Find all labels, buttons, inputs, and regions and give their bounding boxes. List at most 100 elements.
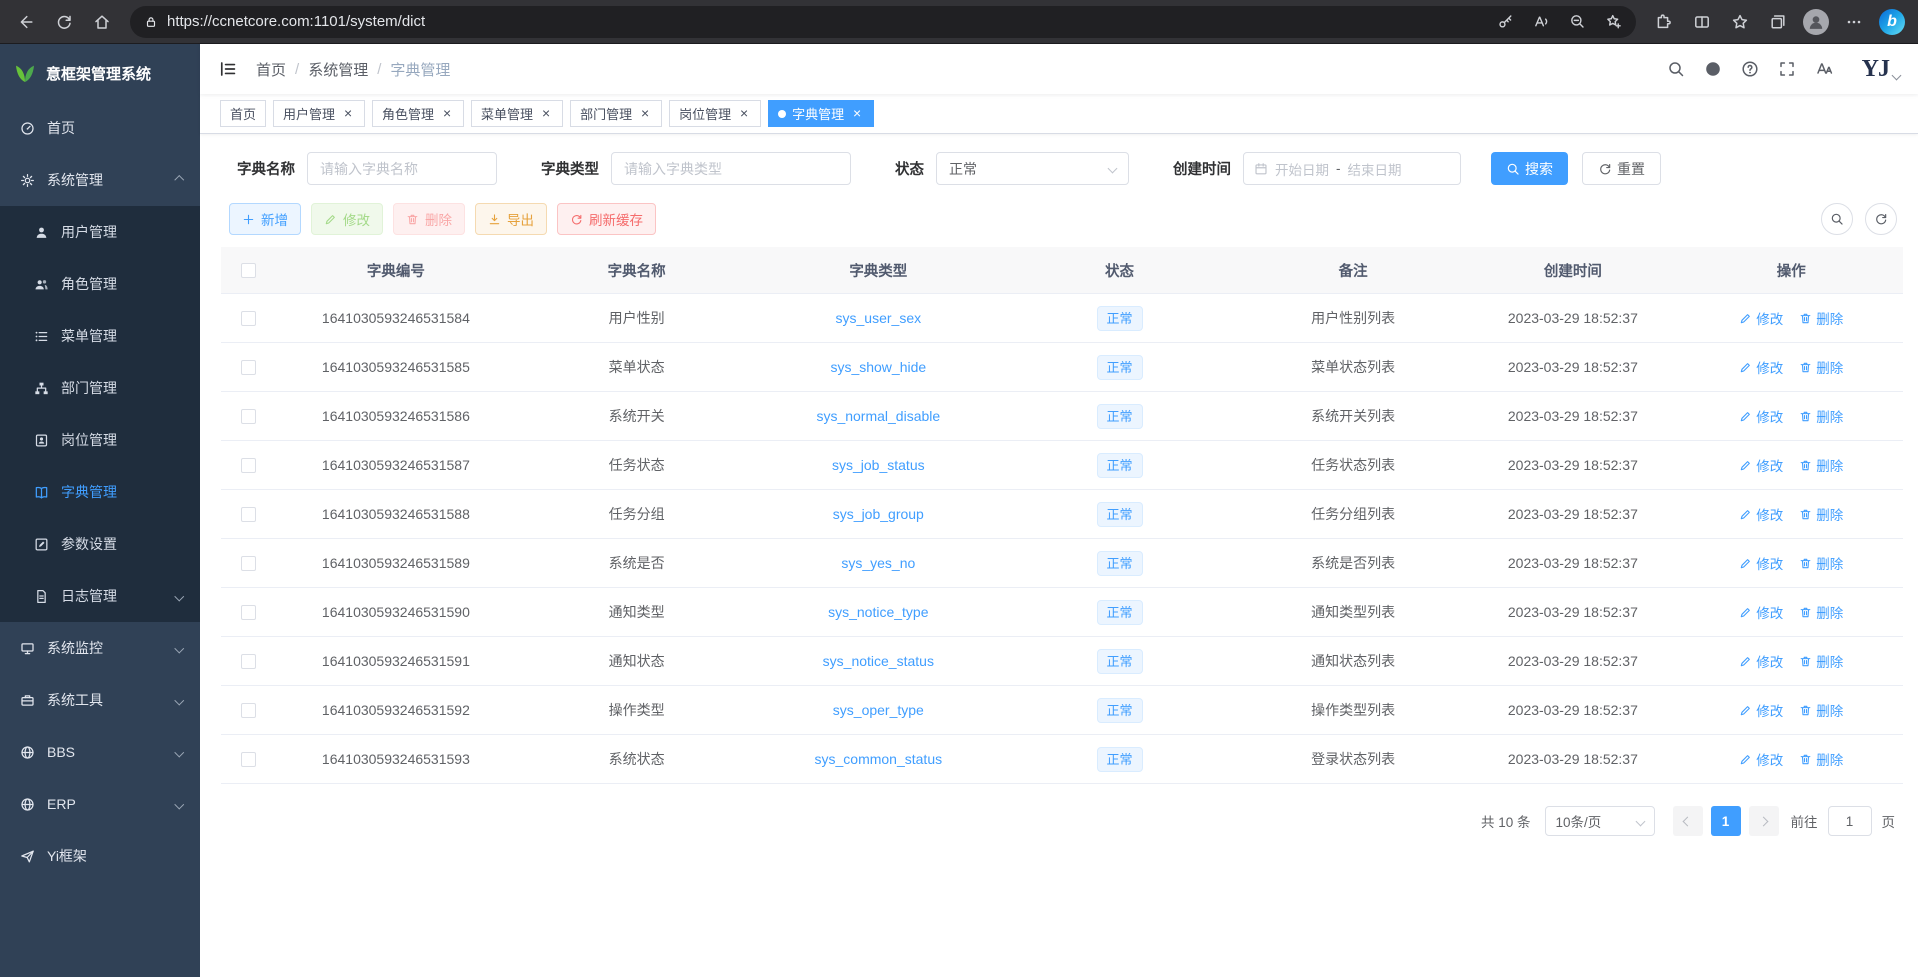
tab-menu-mgmt[interactable]: 菜单管理×	[471, 100, 563, 127]
zoom-out-icon[interactable]	[1569, 13, 1586, 30]
dict-name-input[interactable]	[307, 152, 497, 185]
delete-button[interactable]: 删除	[393, 203, 465, 235]
hamburger-icon[interactable]	[218, 59, 238, 79]
sidebar-item-role-mgmt[interactable]: 角色管理	[0, 258, 200, 310]
row-checkbox[interactable]	[241, 703, 256, 718]
help-icon[interactable]	[1741, 60, 1759, 78]
dict-type-link[interactable]: sys_user_sex	[836, 310, 922, 326]
sidebar-item-system-mgmt[interactable]: 系统管理	[0, 154, 200, 206]
sidebar-item-log-mgmt[interactable]: 日志管理	[0, 570, 200, 622]
row-edit-link[interactable]: 修改	[1739, 749, 1783, 769]
url-text[interactable]: https://ccnetcore.com:1101/system/dict	[167, 13, 425, 30]
tab-dept-mgmt[interactable]: 部门管理×	[570, 100, 662, 127]
breadcrumb-home[interactable]: 首页	[256, 59, 286, 80]
dict-type-link[interactable]: sys_common_status	[815, 751, 943, 767]
dict-type-link[interactable]: sys_notice_type	[828, 604, 928, 620]
row-delete-link[interactable]: 删除	[1799, 406, 1843, 426]
password-key-icon[interactable]	[1497, 13, 1514, 30]
sidebar-item-bbs[interactable]: BBS	[0, 726, 200, 778]
favorites-icon[interactable]	[1722, 5, 1758, 39]
dict-type-link[interactable]: sys_oper_type	[833, 702, 924, 718]
breadcrumb-system[interactable]: 系统管理	[308, 59, 368, 80]
read-aloud-icon[interactable]	[1533, 13, 1550, 30]
dict-type-link[interactable]: sys_job_status	[832, 457, 925, 473]
row-edit-link[interactable]: 修改	[1739, 700, 1783, 720]
header-search-icon[interactable]	[1667, 60, 1685, 78]
tab-role-mgmt[interactable]: 角色管理×	[372, 100, 464, 127]
table-refresh-button[interactable]	[1865, 203, 1897, 235]
row-checkbox[interactable]	[241, 556, 256, 571]
search-button[interactable]: 搜索	[1491, 152, 1568, 185]
browser-back-button[interactable]	[8, 5, 44, 39]
tab-post-mgmt[interactable]: 岗位管理×	[669, 100, 761, 127]
row-checkbox[interactable]	[241, 605, 256, 620]
row-edit-link[interactable]: 修改	[1739, 602, 1783, 622]
row-edit-link[interactable]: 修改	[1739, 357, 1783, 377]
row-edit-link[interactable]: 修改	[1739, 406, 1783, 426]
row-checkbox[interactable]	[241, 752, 256, 767]
sidebar-item-system-tools[interactable]: 系统工具	[0, 674, 200, 726]
dict-type-link[interactable]: sys_job_group	[833, 506, 924, 522]
sidebar-item-system-monitor[interactable]: 系统监控	[0, 622, 200, 674]
address-bar[interactable]: https://ccnetcore.com:1101/system/dict	[130, 6, 1636, 38]
row-checkbox[interactable]	[241, 458, 256, 473]
close-icon[interactable]: ×	[440, 107, 454, 121]
dict-type-link[interactable]: sys_notice_status	[823, 653, 934, 669]
fullscreen-icon[interactable]	[1778, 60, 1796, 78]
sidebar-item-dept-mgmt[interactable]: 部门管理	[0, 362, 200, 414]
collections-icon[interactable]	[1760, 5, 1796, 39]
row-edit-link[interactable]: 修改	[1739, 651, 1783, 671]
browser-home-button[interactable]	[84, 5, 120, 39]
add-favorite-star-icon[interactable]	[1605, 13, 1622, 30]
row-checkbox[interactable]	[241, 507, 256, 522]
row-delete-link[interactable]: 删除	[1799, 357, 1843, 377]
row-checkbox[interactable]	[241, 311, 256, 326]
next-page-button[interactable]	[1749, 806, 1779, 836]
date-range-picker[interactable]: 开始日期 - 结束日期	[1243, 152, 1461, 185]
sidebar-item-home[interactable]: 首页	[0, 102, 200, 154]
edit-button[interactable]: 修改	[311, 203, 383, 235]
row-checkbox[interactable]	[241, 360, 256, 375]
dict-type-link[interactable]: sys_show_hide	[830, 359, 926, 375]
tab-dict-mgmt[interactable]: 字典管理×	[768, 100, 874, 127]
close-icon[interactable]: ×	[539, 107, 553, 121]
toggle-search-button[interactable]	[1821, 203, 1853, 235]
row-delete-link[interactable]: 删除	[1799, 553, 1843, 573]
tab-user-mgmt[interactable]: 用户管理×	[273, 100, 365, 127]
sidebar-item-yi-framework[interactable]: Yi框架	[0, 830, 200, 882]
sidebar-item-erp[interactable]: ERP	[0, 778, 200, 830]
page-size-select[interactable]: 10条/页	[1545, 806, 1655, 836]
prev-page-button[interactable]	[1673, 806, 1703, 836]
row-edit-link[interactable]: 修改	[1739, 308, 1783, 328]
tab-home[interactable]: 首页	[220, 100, 266, 127]
add-button[interactable]: 新增	[229, 203, 301, 235]
bing-copilot-icon[interactable]: b	[1874, 5, 1910, 39]
current-page-button[interactable]: 1	[1711, 806, 1741, 836]
sidebar-item-post-mgmt[interactable]: 岗位管理	[0, 414, 200, 466]
dict-type-link[interactable]: sys_yes_no	[841, 555, 915, 571]
select-all-checkbox[interactable]	[241, 263, 256, 278]
sidebar-item-user-mgmt[interactable]: 用户管理	[0, 206, 200, 258]
row-delete-link[interactable]: 删除	[1799, 455, 1843, 475]
sidebar-item-param-settings[interactable]: 参数设置	[0, 518, 200, 570]
browser-refresh-button[interactable]	[46, 5, 82, 39]
sidebar-item-dict-mgmt[interactable]: 字典管理	[0, 466, 200, 518]
row-delete-link[interactable]: 删除	[1799, 602, 1843, 622]
split-screen-icon[interactable]	[1684, 5, 1720, 39]
row-delete-link[interactable]: 删除	[1799, 651, 1843, 671]
refresh-cache-button[interactable]: 刷新缓存	[557, 203, 656, 235]
row-edit-link[interactable]: 修改	[1739, 455, 1783, 475]
sidebar-item-menu-mgmt[interactable]: 菜单管理	[0, 310, 200, 362]
row-delete-link[interactable]: 删除	[1799, 308, 1843, 328]
app-logo[interactable]: 意框架管理系统	[0, 44, 200, 102]
row-delete-link[interactable]: 删除	[1799, 700, 1843, 720]
profile-avatar[interactable]	[1798, 5, 1834, 39]
row-edit-link[interactable]: 修改	[1739, 504, 1783, 524]
status-select[interactable]: 正常	[936, 152, 1129, 185]
browser-menu-icon[interactable]	[1836, 5, 1872, 39]
extensions-icon[interactable]	[1646, 5, 1682, 39]
font-size-icon[interactable]	[1815, 60, 1833, 78]
user-logo-dropdown[interactable]: YJ	[1862, 57, 1900, 81]
row-delete-link[interactable]: 删除	[1799, 749, 1843, 769]
row-checkbox[interactable]	[241, 654, 256, 669]
